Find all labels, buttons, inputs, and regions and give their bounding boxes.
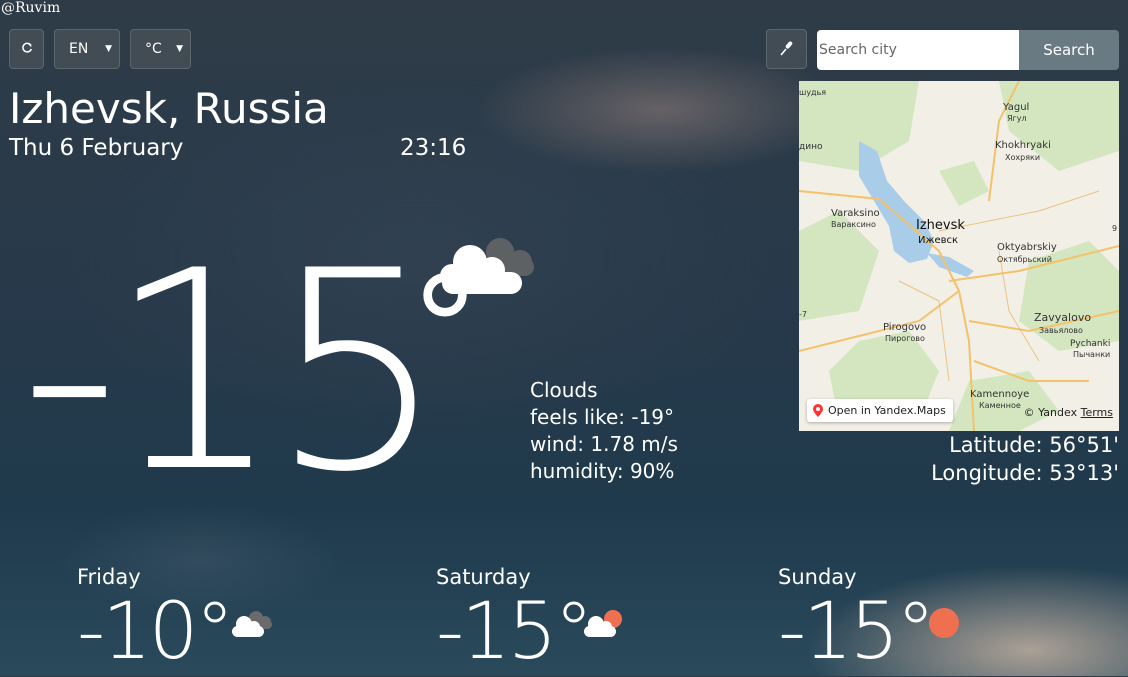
- forecast-day-3: Sunday -15°: [778, 565, 935, 677]
- language-value: EN: [69, 41, 89, 57]
- forecast-day-2: Saturday -15°: [436, 565, 593, 677]
- map-attribution: © Yandex Terms: [1024, 406, 1113, 419]
- forecast-day-name: Saturday: [436, 565, 531, 589]
- forecast-day-name: Friday: [77, 565, 141, 589]
- cloudy-night-icon: [432, 234, 542, 308]
- search-input[interactable]: [817, 30, 1019, 70]
- map-copyright: © Yandex: [1023, 406, 1078, 419]
- coordinates: Latitude: 56°51' Longitude: 53°13': [931, 431, 1119, 487]
- current-time: 23:16: [400, 135, 467, 161]
- map-label: дино: [799, 142, 823, 152]
- map-label: Kamennoye: [970, 389, 1029, 400]
- location-map[interactable]: Yagul Ягул Khokhryaki Хохряки Varaksino …: [799, 81, 1119, 431]
- map-canvas[interactable]: Yagul Ягул Khokhryaki Хохряки Varaksino …: [799, 81, 1119, 431]
- longitude: Longitude: 53°13': [931, 461, 1119, 485]
- microphone-icon: [779, 40, 795, 59]
- map-label: Yagul: [1002, 102, 1029, 113]
- open-in-yandex-maps-label: Open in Yandex.Maps: [828, 404, 946, 417]
- forecast-day-name: Sunday: [778, 565, 857, 589]
- map-pin-icon: [813, 404, 823, 417]
- feels-like: feels like: -19°: [530, 405, 675, 429]
- map-label: Каменное: [979, 401, 1021, 410]
- humidity: humidity: 90%: [530, 459, 675, 483]
- clouds-icon: [230, 608, 274, 642]
- map-label: Ягул: [1007, 114, 1027, 123]
- language-select[interactable]: EN ▼: [54, 29, 120, 69]
- map-label: Вараксино: [831, 220, 876, 229]
- map-label: Pychanki: [1070, 339, 1110, 349]
- refresh-icon: [21, 41, 33, 57]
- sun-icon: [928, 607, 960, 643]
- chevron-down-icon: ▼: [105, 44, 112, 54]
- weather-details: Clouds feels like: -19° wind: 1.78 m/s h…: [530, 377, 678, 485]
- map-label: Khokhryaki: [995, 140, 1051, 151]
- map-label: Завьялово: [1039, 326, 1083, 335]
- map-label: Ижевск: [918, 235, 958, 246]
- map-label: Varaksino: [831, 208, 880, 219]
- wind-speed: wind: 1.78 m/s: [530, 432, 678, 456]
- open-in-yandex-maps-link[interactable]: Open in Yandex.Maps: [807, 399, 953, 422]
- forecast-day-1: Friday -10°: [77, 565, 234, 677]
- map-label: Хохряки: [1005, 153, 1040, 162]
- map-label: -7: [799, 310, 807, 319]
- forecast-temperature: -15°: [436, 587, 593, 677]
- sun-behind-cloud-icon: [582, 608, 626, 642]
- weather-description: Clouds: [530, 378, 598, 402]
- forecast-temperature: -10°: [77, 587, 234, 677]
- search-button[interactable]: Search: [1019, 30, 1119, 70]
- map-label: Oktyabrskiy: [997, 242, 1057, 253]
- map-label: Izhevsk: [916, 218, 965, 233]
- map-label: Pirogovo: [883, 322, 926, 333]
- voice-search-button[interactable]: [766, 29, 807, 69]
- unit-select[interactable]: °C ▼: [130, 29, 191, 69]
- current-date: Thu 6 February: [9, 135, 184, 161]
- chevron-down-icon: ▼: [176, 44, 183, 54]
- latitude: Latitude: 56°51': [949, 433, 1119, 457]
- map-terms-link[interactable]: Terms: [1081, 406, 1113, 419]
- city-title: Izhevsk, Russia: [9, 84, 329, 133]
- map-label: Пычанки: [1073, 350, 1110, 359]
- forecast-temperature: -15°: [778, 587, 935, 677]
- refresh-button[interactable]: [9, 29, 44, 69]
- map-label: 9: [1112, 224, 1117, 233]
- current-temperature: -15: [20, 212, 445, 532]
- author-watermark: @Ruvim: [1, 0, 61, 16]
- map-label: шудья: [799, 88, 826, 97]
- map-label: Zavyalovo: [1034, 311, 1091, 324]
- map-label: Пирогово: [885, 334, 925, 343]
- map-label: Октябрьский: [997, 255, 1052, 264]
- unit-value: °C: [145, 41, 162, 57]
